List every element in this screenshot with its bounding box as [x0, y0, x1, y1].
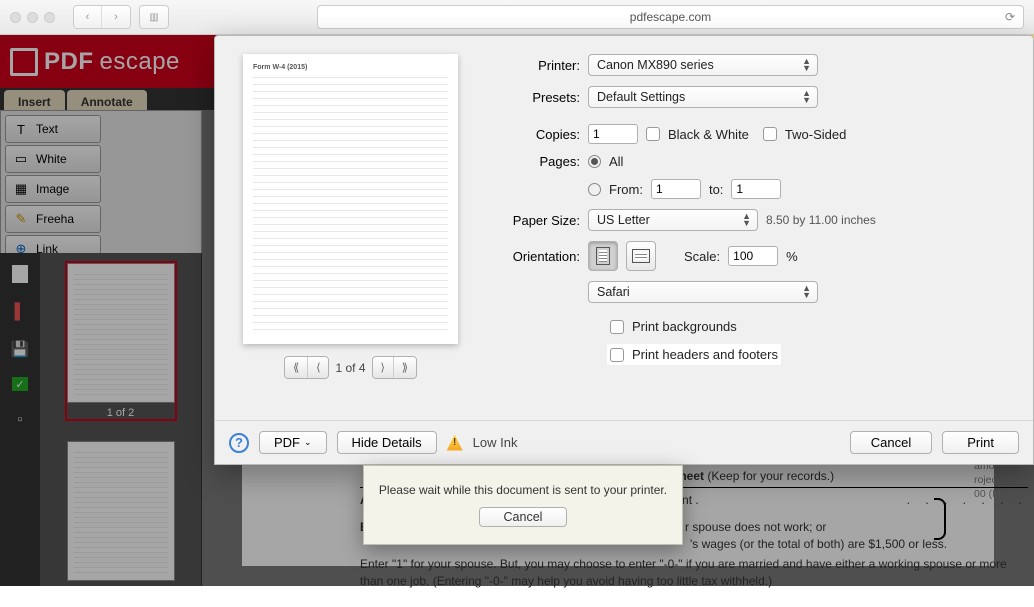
copies-label: Copies: — [488, 127, 580, 142]
print-hf-checkbox[interactable] — [610, 348, 624, 362]
papersize-select[interactable]: US Letter▲▼ — [588, 209, 758, 231]
pdf-menu[interactable]: PDF ⌄ — [259, 431, 327, 454]
pages-to-input[interactable] — [731, 179, 781, 199]
orientation-label: Orientation: — [488, 249, 580, 264]
tool-freehand[interactable]: ✎Freeha — [5, 205, 101, 233]
bracket-icon — [934, 498, 946, 540]
copies-input[interactable] — [588, 124, 638, 144]
back-button[interactable]: ‹ — [74, 6, 102, 28]
help-icon[interactable]: ? — [229, 433, 249, 453]
logo: PDFescape — [10, 48, 180, 76]
twosided-checkbox[interactable] — [763, 127, 777, 141]
tool-image[interactable]: ▦Image — [5, 175, 101, 203]
preview-page: Form W-4 (2015) — [243, 54, 458, 344]
hide-details-button[interactable]: Hide Details — [337, 431, 437, 454]
print-preview: Form W-4 (2015) ⟪ ⟨ 1 of 4 ⟩ ⟫ — [233, 54, 468, 402]
sidebar-toggle[interactable]: ▥ — [140, 6, 168, 28]
dialog-footer: ? PDF ⌄ Hide Details ! Low Ink Cancel Pr… — [215, 420, 1033, 464]
next-page-button[interactable]: ⟩ — [373, 357, 394, 378]
save-icon[interactable]: 💾 — [10, 339, 30, 359]
page-indicator: 1 of 4 — [335, 361, 365, 375]
printer-select[interactable]: Canon MX890 series▲▼ — [588, 54, 818, 76]
presets-label: Presets: — [488, 90, 580, 105]
file-icon[interactable]: ▫ — [10, 409, 30, 429]
browser-toolbar: ‹ › ▥ pdfescape.com ⟳ — [0, 0, 1034, 35]
sending-message: Please wait while this document is sent … — [379, 483, 667, 497]
tool-whiteout[interactable]: ▭White — [5, 145, 101, 173]
thumbnail-2[interactable]: 2 of 2 — [65, 439, 177, 599]
reload-icon[interactable]: ⟳ — [1005, 10, 1015, 24]
pages-from-input[interactable] — [651, 179, 701, 199]
pages-from-radio[interactable] — [588, 183, 601, 196]
landscape-button[interactable] — [626, 241, 656, 271]
pages-all-radio[interactable] — [588, 155, 601, 168]
page-thumbnails: 1 of 2 2 of 2 — [40, 253, 201, 607]
icon-rail: ▌ 💾 ✓ ▫ — [0, 253, 40, 586]
pages-label: Pages: — [488, 154, 580, 169]
window-controls — [10, 12, 55, 23]
check-icon[interactable]: ✓ — [12, 377, 28, 391]
print-bg-checkbox[interactable] — [610, 320, 624, 334]
minimize-window[interactable] — [27, 12, 38, 23]
logo-icon — [10, 48, 38, 76]
address-text: pdfescape.com — [630, 10, 711, 24]
printer-label: Printer: — [488, 58, 580, 73]
pages-icon[interactable] — [12, 265, 28, 283]
scale-input[interactable] — [728, 246, 778, 266]
sending-cancel-button[interactable]: Cancel — [479, 507, 568, 527]
forward-button[interactable]: › — [102, 6, 130, 28]
thumbnail-1[interactable]: 1 of 2 — [65, 261, 177, 421]
zoom-window[interactable] — [44, 12, 55, 23]
prev-page-button[interactable]: ⟨ — [308, 357, 328, 378]
papersize-label: Paper Size: — [488, 213, 580, 228]
last-page-button[interactable]: ⟫ — [394, 357, 416, 378]
print-button[interactable]: Print — [942, 431, 1019, 454]
presets-select[interactable]: Default Settings▲▼ — [588, 86, 818, 108]
sending-dialog: Please wait while this document is sent … — [363, 465, 683, 545]
app-options-select[interactable]: Safari▲▼ — [588, 281, 818, 303]
first-page-button[interactable]: ⟪ — [285, 357, 308, 378]
low-ink-label: Low Ink — [473, 435, 518, 450]
address-bar[interactable]: pdfescape.com ⟳ — [317, 5, 1024, 29]
portrait-button[interactable] — [588, 241, 618, 271]
pdf-icon[interactable]: ▌ — [10, 301, 30, 321]
warning-icon: ! — [447, 435, 463, 451]
cancel-button[interactable]: Cancel — [850, 431, 932, 454]
print-dialog: Form W-4 (2015) ⟪ ⟨ 1 of 4 ⟩ ⟫ Printer: … — [214, 35, 1034, 465]
bw-checkbox[interactable] — [646, 127, 660, 141]
tool-text[interactable]: TText — [5, 115, 101, 143]
close-window[interactable] — [10, 12, 21, 23]
